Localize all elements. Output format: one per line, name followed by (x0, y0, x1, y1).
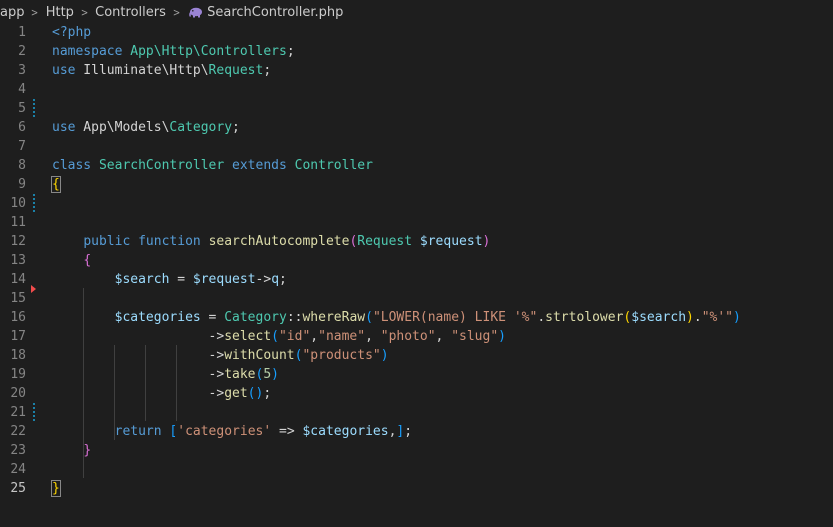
chevron-right-icon: > (31, 5, 39, 19)
code-line[interactable]: 19 ->take(5) (0, 365, 833, 384)
code-line[interactable]: 2 namespace App\Http\Controllers; (0, 42, 833, 61)
code-line[interactable]: 3 use Illuminate\Http\Request; (0, 61, 833, 80)
code-text: return ['categories' => $categories,]; (114, 424, 413, 439)
line-number: 16 (10, 310, 26, 325)
code-text: ->get(); (52, 386, 272, 401)
code-line[interactable]: 15 (0, 289, 833, 308)
code-text: $categories = Category::whereRaw("LOWER(… (114, 310, 741, 325)
code-editor[interactable]: 1 <?php 2 namespace App\Http\Controllers; 3 u… (0, 22, 833, 527)
code-text: public function searchAutocomplete(Reque… (83, 234, 491, 249)
line-number: 18 (10, 348, 26, 363)
code-line[interactable]: 11 (0, 213, 833, 232)
line-number: 25 (10, 481, 26, 496)
code-text: } (83, 443, 92, 458)
breadcrumb-item-http[interactable]: Http (46, 5, 74, 20)
deleted-line-marker[interactable] (31, 285, 36, 293)
code-line[interactable]: 14 $search = $request->q; (0, 270, 833, 289)
code-text: $search = $request->q; (114, 272, 287, 287)
line-number: 20 (10, 386, 26, 401)
line-number: 4 (18, 82, 26, 97)
line-number: 24 (10, 462, 26, 477)
code-line[interactable]: 9{ (0, 175, 833, 194)
code-text: { (51, 176, 61, 193)
code-line[interactable]: 6 use App\Models\Category; (0, 118, 833, 137)
code-line[interactable]: 21 (0, 403, 833, 422)
code-text: namespace App\Http\Controllers; (52, 44, 295, 59)
code-line[interactable]: 8 class SearchController extends Controll… (0, 156, 833, 175)
code-text: use App\Models\Category; (52, 120, 240, 135)
breadcrumb-item-controllers[interactable]: Controllers (95, 5, 166, 20)
code-line[interactable]: 24 (0, 460, 833, 479)
line-number: 11 (10, 215, 26, 230)
code-line[interactable]: 5 (0, 99, 833, 118)
chevron-right-icon: > (172, 5, 181, 19)
line-number: 10 (10, 196, 26, 211)
code-line[interactable]: 23 } (0, 441, 833, 460)
code-text: ->select("id","name", "photo", "slug") (52, 329, 506, 344)
line-number: 12 (10, 234, 26, 249)
line-number: 17 (10, 329, 26, 344)
line-number: 7 (18, 139, 26, 154)
code-line[interactable]: 1 <?php (0, 23, 833, 42)
line-number: 1 (18, 25, 26, 40)
modified-line-marker[interactable] (33, 403, 35, 422)
code-line[interactable]: 13 { (0, 251, 833, 270)
line-number: 13 (10, 253, 26, 268)
line-number: 19 (10, 367, 26, 382)
code-line[interactable]: 16 $categories = Category::whereRaw("LOW… (0, 308, 833, 327)
line-number: 21 (10, 405, 26, 420)
code-text: <?php (52, 25, 92, 40)
code-line[interactable]: 17 ->select("id","name", "photo", "slug"… (0, 327, 833, 346)
code-line[interactable]: 20 ->get(); (0, 384, 833, 403)
code-line[interactable]: 25} (0, 479, 833, 498)
code-line[interactable]: 10 (0, 194, 833, 213)
code-text: use Illuminate\Http\Request; (52, 63, 272, 78)
code-text: { (83, 253, 92, 268)
line-number: 5 (18, 101, 26, 116)
line-number: 9 (18, 177, 26, 192)
modified-line-marker[interactable] (33, 99, 35, 118)
line-number: 15 (10, 291, 26, 306)
code-line[interactable]: 22 return ['categories' => $categories,]… (0, 422, 833, 441)
line-number: 8 (18, 158, 26, 173)
breadcrumb-item-app[interactable]: app (0, 5, 24, 20)
code-line[interactable]: 7 (0, 137, 833, 156)
line-number: 3 (18, 63, 26, 78)
breadcrumb-file[interactable]: SearchController.php (207, 5, 343, 20)
modified-line-marker[interactable] (33, 194, 35, 213)
code-text: ->take(5) (52, 367, 279, 382)
code-line[interactable]: 4 (0, 80, 833, 99)
line-number: 22 (10, 424, 26, 439)
code-line[interactable]: 12 public function searchAutocomplete(Re… (0, 232, 833, 251)
code-text: } (51, 480, 61, 497)
line-number: 6 (18, 120, 26, 135)
code-line[interactable]: 18 ->withCount("products") (0, 346, 833, 365)
line-number: 23 (10, 443, 26, 458)
breadcrumb: app > Http > Controllers > SearchControl… (0, 0, 833, 24)
code-text: ->withCount("products") (52, 348, 389, 363)
line-number: 14 (10, 272, 26, 287)
php-elephant-icon (187, 4, 203, 20)
line-number: 2 (18, 44, 26, 59)
code-text: class SearchController extends Controlle… (52, 158, 373, 173)
chevron-right-icon: > (80, 5, 89, 19)
